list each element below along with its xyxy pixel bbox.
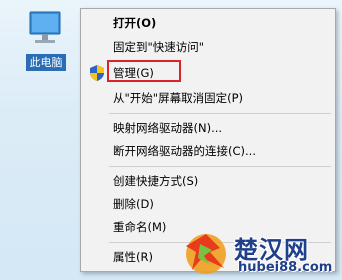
menu-separator [109, 166, 331, 167]
menu-item-map-network-drive[interactable]: 映射网络驱动器(N)... [81, 117, 335, 139]
menu-item-unpin-start[interactable]: 从"开始"屏幕取消固定(P) [81, 87, 335, 109]
menu-item-create-shortcut[interactable]: 创建快捷方式(S) [81, 170, 335, 192]
menu-item-disconnect-network-drive[interactable]: 断开网络驱动器的连接(C)... [81, 140, 335, 162]
menu-item-label: 断开网络驱动器的连接(C)... [113, 144, 256, 158]
menu-item-open[interactable]: 打开(O) [81, 12, 335, 34]
watermark: 楚汉网 hubei88.com [180, 226, 342, 280]
menu-item-label: 删除(D) [113, 197, 154, 211]
menu-separator [109, 113, 331, 114]
menu-item-delete[interactable]: 删除(D) [81, 193, 335, 215]
watermark-url: hubei88.com [238, 260, 333, 275]
computer-icon [29, 11, 61, 43]
watermark-logo-icon [186, 234, 226, 274]
menu-item-label: 打开(O) [113, 16, 157, 30]
highlight-box [107, 60, 181, 82]
menu-item-label: 从"开始"屏幕取消固定(P) [113, 91, 243, 105]
menu-item-label: 映射网络驱动器(N)... [113, 121, 223, 135]
menu-item-label: 固定到"快速访问" [113, 40, 205, 54]
shield-icon [90, 65, 104, 81]
menu-item-label: 属性(R) [113, 250, 153, 264]
menu-item-label: 创建快捷方式(S) [113, 174, 199, 188]
desktop-icon-label: 此电脑 [26, 54, 66, 71]
menu-item-label: 重命名(M) [113, 220, 167, 234]
menu-item-pin-quick-access[interactable]: 固定到"快速访问" [81, 36, 335, 58]
